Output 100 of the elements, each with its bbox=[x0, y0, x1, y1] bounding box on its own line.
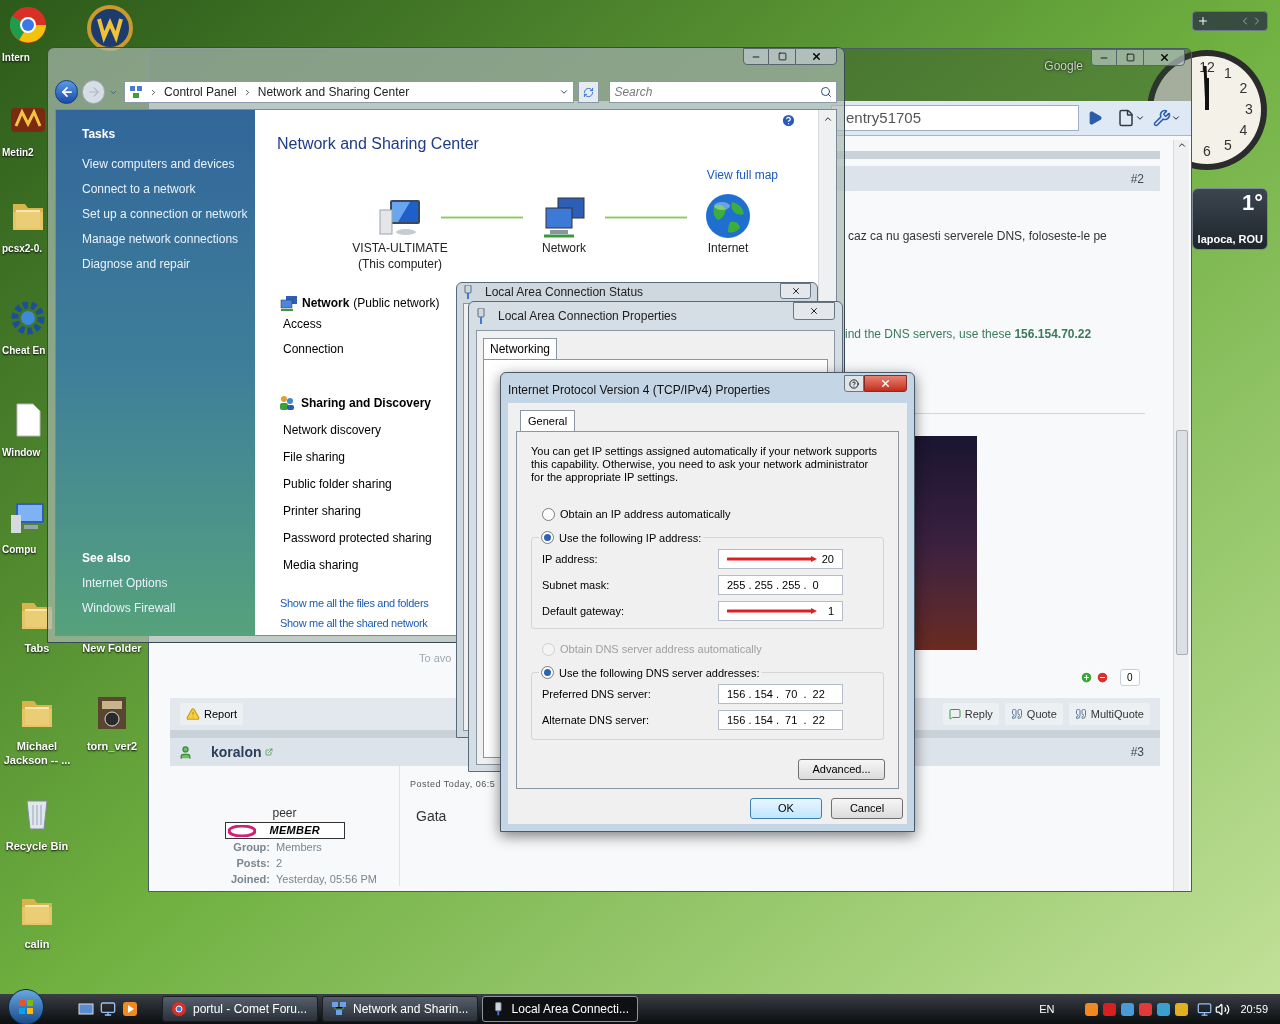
author-name[interactable]: koralon bbox=[211, 741, 262, 763]
back-button[interactable] bbox=[55, 80, 79, 104]
desktop-icon-label[interactable]: New Folder bbox=[82, 641, 142, 655]
language-indicator[interactable]: EN bbox=[1039, 1000, 1055, 1018]
post-action-button[interactable]: MultiQuote bbox=[1068, 702, 1150, 726]
task-link[interactable]: Diagnose and repair bbox=[82, 252, 255, 277]
location: lapoca, ROU bbox=[1197, 231, 1263, 247]
scroll-up-icon[interactable] bbox=[1176, 140, 1187, 150]
task-link[interactable]: Connect to a network bbox=[82, 177, 255, 202]
scrollbar-thumb[interactable] bbox=[1175, 430, 1188, 655]
clock-time[interactable]: 20:59 bbox=[1240, 1000, 1268, 1018]
taskbar-button[interactable]: Network and Sharin... bbox=[322, 996, 478, 1022]
tray-icon[interactable] bbox=[1120, 1001, 1136, 1017]
post-date: Posted Today, 06:5 bbox=[410, 778, 496, 791]
clock-numeral: 3 bbox=[1245, 101, 1253, 117]
close-button[interactable] bbox=[795, 48, 837, 65]
tray-icon[interactable] bbox=[1084, 1001, 1100, 1017]
close-button[interactable] bbox=[864, 375, 907, 392]
windows-logo-icon bbox=[18, 999, 34, 1015]
tray-icon[interactable] bbox=[1156, 1001, 1172, 1017]
node-label[interactable]: Internet bbox=[707, 240, 749, 256]
start-button[interactable] bbox=[8, 989, 44, 1024]
desktop-icon-label[interactable]: Metin2 bbox=[2, 146, 34, 160]
option-label: Obtain an IP address automatically bbox=[560, 507, 731, 522]
desktop-icon-label[interactable]: Cheat En bbox=[2, 344, 46, 358]
page-menu-icon[interactable] bbox=[1117, 109, 1135, 127]
ok-button[interactable]: OK bbox=[750, 798, 822, 819]
post-action-button[interactable]: Reply bbox=[942, 702, 999, 726]
radio-button[interactable] bbox=[541, 531, 554, 545]
people-icon bbox=[279, 395, 295, 411]
maximize-button[interactable] bbox=[769, 48, 795, 65]
stat-label: Joined: bbox=[229, 872, 270, 887]
scroll-up-icon[interactable] bbox=[822, 114, 833, 124]
sharing-setting-label: Printer sharing bbox=[283, 503, 362, 520]
address-dropdown-icon[interactable] bbox=[559, 87, 570, 97]
help-link[interactable]: Show me all the shared network bbox=[280, 613, 428, 633]
vote-up-icon[interactable] bbox=[1080, 670, 1093, 684]
volume-icon[interactable] bbox=[1215, 1001, 1231, 1017]
breadcrumb-item[interactable]: Network and Sharing Center bbox=[257, 83, 410, 101]
tab[interactable]: Networking bbox=[483, 338, 558, 359]
report-button[interactable]: Report bbox=[180, 702, 244, 726]
network-type: (Public network) bbox=[353, 295, 440, 312]
desktop-icon-label[interactable]: Tabs bbox=[24, 641, 50, 655]
desktop-icon-label[interactable]: Window bbox=[2, 446, 41, 460]
task-link[interactable]: Manage network connections bbox=[82, 227, 255, 252]
minimize-button[interactable] bbox=[743, 48, 769, 65]
field-label: Preferred DNS server: bbox=[542, 686, 652, 702]
ip-address-field[interactable]: 156 . 154 . 70 . 22 bbox=[718, 684, 843, 704]
task-link[interactable]: Set up a connection or network bbox=[82, 202, 255, 227]
option-label: Use the following IP address: bbox=[559, 530, 702, 546]
media-player-icon[interactable] bbox=[122, 1001, 138, 1017]
node-label[interactable]: Network bbox=[542, 240, 586, 256]
advanced-button[interactable]: Advanced... bbox=[798, 759, 885, 780]
ip-address-field[interactable]: 156 . 154 . 71 . 22 bbox=[718, 710, 843, 730]
ip-address-field[interactable]: 20 bbox=[718, 549, 843, 569]
node-label[interactable]: VISTA-ULTIMATE bbox=[352, 240, 448, 256]
tab[interactable]: General bbox=[520, 410, 576, 431]
desktop-icon-label[interactable]: pcsx2-0. bbox=[2, 242, 43, 256]
help-link[interactable]: Show me all the files and folders bbox=[280, 593, 429, 613]
radio-button[interactable] bbox=[542, 507, 555, 521]
post-number[interactable]: #3 bbox=[1130, 743, 1144, 761]
help-icon[interactable] bbox=[781, 113, 796, 128]
property-label: Access bbox=[283, 316, 322, 333]
breadcrumb-item[interactable]: Control Panel bbox=[164, 83, 237, 101]
refresh-button[interactable] bbox=[578, 81, 600, 103]
post-action-button[interactable]: Quote bbox=[1004, 702, 1063, 726]
caret-icon[interactable] bbox=[1171, 113, 1181, 123]
taskbar-button[interactable]: portul - Comet Foru... bbox=[162, 996, 318, 1022]
post-number[interactable]: #2 bbox=[1130, 169, 1144, 188]
close-button[interactable] bbox=[793, 302, 835, 320]
minimize-button[interactable] bbox=[1091, 49, 1117, 66]
close-icon bbox=[810, 51, 822, 62]
close-button[interactable] bbox=[1143, 49, 1185, 66]
tray-icon[interactable] bbox=[1138, 1001, 1154, 1017]
view-full-map-link[interactable]: View full map bbox=[706, 166, 778, 184]
search-field[interactable]: Search bbox=[609, 81, 837, 103]
sharing-setting-label: Public folder sharing bbox=[283, 476, 392, 493]
close-button[interactable] bbox=[780, 283, 811, 299]
maximize-button[interactable] bbox=[1117, 49, 1143, 66]
desktop-icon[interactable] bbox=[78, 1001, 94, 1017]
clock-numeral: 1 bbox=[1224, 64, 1232, 81]
address-bar[interactable]: Control Panel Network and Sharing Center bbox=[124, 81, 575, 103]
network-status-icon[interactable] bbox=[1197, 1001, 1213, 1017]
cancel-button[interactable]: Cancel bbox=[831, 798, 903, 819]
desktop-icon-label[interactable]: Intern bbox=[2, 51, 30, 65]
section-heading: Sharing and Discovery bbox=[301, 395, 432, 412]
taskbar-button[interactable]: Local Area Connecti... bbox=[482, 996, 638, 1022]
radio-button[interactable] bbox=[541, 666, 554, 680]
go-icon[interactable] bbox=[1087, 110, 1103, 126]
caret-icon[interactable] bbox=[1135, 113, 1145, 123]
window-switch-icon[interactable] bbox=[100, 1001, 116, 1017]
task-link[interactable]: View computers and devices bbox=[82, 152, 255, 177]
vote-down-icon[interactable] bbox=[1096, 670, 1109, 684]
ip-address-field[interactable]: 255 . 255 . 255 . 0 bbox=[718, 575, 843, 595]
tray-icon[interactable] bbox=[1174, 1001, 1190, 1017]
desktop-icon-label[interactable]: Compu bbox=[2, 543, 37, 557]
settings-menu-icon[interactable] bbox=[1153, 109, 1171, 127]
add-gadget-icon[interactable] bbox=[1197, 15, 1209, 27]
help-button[interactable] bbox=[844, 375, 864, 392]
ip-address-field[interactable]: 1 bbox=[718, 601, 843, 621]
